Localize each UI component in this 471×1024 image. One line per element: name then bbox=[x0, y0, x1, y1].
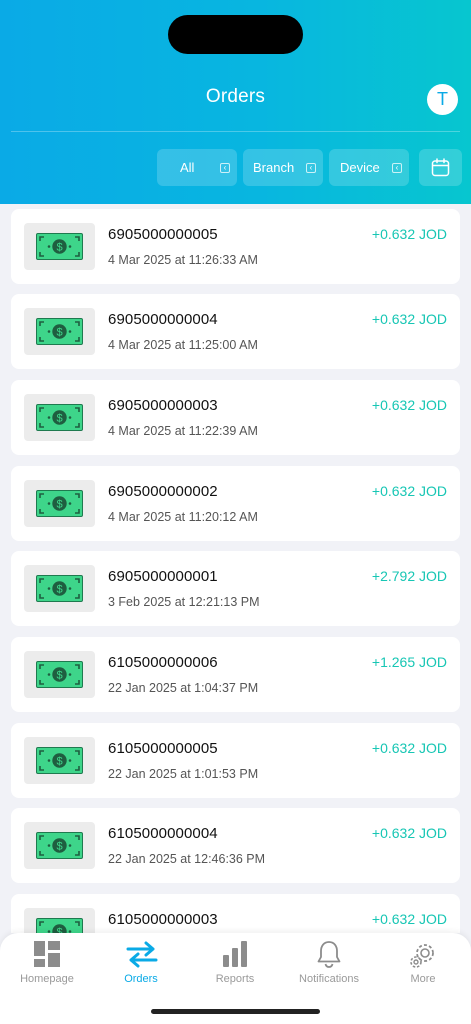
chevron-icon: ‹ bbox=[392, 163, 402, 173]
money-icon: $ bbox=[36, 918, 83, 933]
chevron-icon: ‹ bbox=[220, 163, 230, 173]
order-row[interactable]: $ 6105000000004 22 Jan 2025 at 12:46:36 … bbox=[11, 808, 460, 883]
money-icon: $ bbox=[36, 661, 83, 688]
thumb: $ bbox=[24, 394, 95, 441]
svg-text:$: $ bbox=[56, 327, 62, 339]
svg-text:$: $ bbox=[56, 499, 62, 511]
order-id: 6105000000003 bbox=[108, 911, 218, 928]
order-amount: +0.632 JOD bbox=[371, 740, 447, 756]
thumb: $ bbox=[24, 308, 95, 355]
order-date: 22 Jan 2025 at 1:01:53 PM bbox=[108, 767, 259, 781]
svg-text:$: $ bbox=[56, 756, 62, 768]
order-amount: +0.632 JOD bbox=[371, 226, 447, 242]
svg-text:$: $ bbox=[56, 584, 62, 596]
tab-label: Homepage bbox=[20, 973, 74, 985]
order-id: 6905000000001 bbox=[108, 568, 218, 585]
tab-more[interactable]: More bbox=[376, 933, 470, 1003]
order-date: 4 Mar 2025 at 11:20:12 AM bbox=[108, 510, 258, 524]
order-amount: +2.792 JOD bbox=[371, 568, 447, 584]
thumb: $ bbox=[24, 565, 95, 612]
order-row[interactable]: $ 6905000000003 4 Mar 2025 at 11:22:39 A… bbox=[11, 380, 460, 455]
dynamic-island bbox=[168, 15, 303, 54]
thumb: $ bbox=[24, 908, 95, 933]
home-indicator[interactable] bbox=[151, 1009, 320, 1014]
order-date: 3 Feb 2025 at 12:21:13 PM bbox=[108, 595, 260, 609]
order-amount: +0.632 JOD bbox=[371, 825, 447, 841]
order-id: 6105000000005 bbox=[108, 740, 218, 757]
thumb: $ bbox=[24, 737, 95, 784]
svg-text:$: $ bbox=[56, 413, 62, 425]
order-id: 6905000000003 bbox=[108, 397, 218, 414]
svg-text:$: $ bbox=[56, 242, 62, 254]
thumb: $ bbox=[24, 223, 95, 270]
order-row[interactable]: $ 6105000000006 22 Jan 2025 at 1:04:37 P… bbox=[11, 637, 460, 712]
dashboard-icon bbox=[34, 941, 60, 967]
thumb: $ bbox=[24, 822, 95, 869]
order-id: 6905000000002 bbox=[108, 483, 218, 500]
orders-list[interactable]: $ 6905000000005 4 Mar 2025 at 11:26:33 A… bbox=[0, 204, 471, 933]
gear-icon bbox=[410, 944, 434, 968]
order-date: 4 Mar 2025 at 11:25:00 AM bbox=[108, 338, 258, 352]
order-amount: +0.632 JOD bbox=[371, 311, 447, 327]
money-icon: $ bbox=[36, 490, 83, 517]
svg-text:$: $ bbox=[56, 841, 62, 853]
calendar-icon bbox=[431, 158, 450, 177]
order-row[interactable]: $ 6905000000005 4 Mar 2025 at 11:26:33 A… bbox=[11, 209, 460, 284]
order-date: 4 Mar 2025 at 11:26:33 AM bbox=[108, 253, 258, 267]
tab-homepage[interactable]: Homepage bbox=[0, 933, 94, 1003]
filter-device-label: Device bbox=[340, 160, 380, 175]
money-icon: $ bbox=[36, 318, 83, 345]
order-id: 6905000000005 bbox=[108, 226, 218, 243]
bar-chart-icon bbox=[223, 941, 247, 967]
money-icon: $ bbox=[36, 832, 83, 859]
thumb: $ bbox=[24, 651, 95, 698]
order-amount: +1.265 JOD bbox=[371, 654, 447, 670]
tab-label: Notifications bbox=[299, 973, 359, 985]
tab-reports[interactable]: Reports bbox=[188, 933, 282, 1003]
header: Orders T All ‹ Branch ‹ Device ‹ bbox=[0, 0, 471, 204]
svg-text:$: $ bbox=[56, 670, 62, 682]
page-title: Orders bbox=[205, 86, 266, 107]
header-divider bbox=[11, 131, 460, 132]
order-amount: +0.632 JOD bbox=[371, 397, 447, 413]
order-row[interactable]: $ 6105000000005 22 Jan 2025 at 1:01:53 P… bbox=[11, 723, 460, 798]
avatar[interactable]: T bbox=[427, 84, 458, 115]
order-row[interactable]: $ 6905000000004 4 Mar 2025 at 11:25:00 A… bbox=[11, 294, 460, 369]
filter-branch-dropdown[interactable]: Branch ‹ bbox=[243, 149, 323, 186]
bell-icon bbox=[317, 941, 341, 968]
tab-label: Reports bbox=[215, 973, 255, 985]
order-date: 4 Mar 2025 at 11:22:39 AM bbox=[108, 424, 258, 438]
money-icon: $ bbox=[36, 575, 83, 602]
filter-all-dropdown[interactable]: All ‹ bbox=[157, 149, 237, 186]
tab-label: More bbox=[410, 973, 436, 985]
order-row[interactable]: $ 6105000000003 +0.632 JOD bbox=[11, 894, 460, 933]
filter-branch-label: Branch bbox=[253, 160, 295, 175]
tab-label: Orders bbox=[124, 973, 158, 985]
filter-all-label: All bbox=[180, 160, 195, 175]
order-row[interactable]: $ 6905000000002 4 Mar 2025 at 11:20:12 A… bbox=[11, 466, 460, 541]
order-amount: +0.632 JOD bbox=[371, 483, 447, 499]
order-date: 22 Jan 2025 at 12:46:36 PM bbox=[108, 852, 266, 866]
order-id: 6905000000004 bbox=[108, 311, 218, 328]
order-amount: +0.632 JOD bbox=[371, 911, 447, 927]
thumb: $ bbox=[24, 480, 95, 527]
filter-device-dropdown[interactable]: Device ‹ bbox=[329, 149, 409, 186]
order-date: 22 Jan 2025 at 1:04:37 PM bbox=[108, 681, 259, 695]
order-row[interactable]: $ 6905000000001 3 Feb 2025 at 12:21:13 P… bbox=[11, 551, 460, 626]
swap-arrows-icon bbox=[126, 941, 158, 968]
tab-orders[interactable]: Orders bbox=[94, 933, 188, 1003]
order-id: 6105000000004 bbox=[108, 825, 218, 842]
order-id: 6105000000006 bbox=[108, 654, 218, 671]
money-icon: $ bbox=[36, 404, 83, 431]
calendar-button[interactable] bbox=[419, 149, 462, 186]
chevron-icon: ‹ bbox=[306, 163, 316, 173]
money-icon: $ bbox=[36, 747, 83, 774]
money-icon: $ bbox=[36, 233, 83, 260]
tab-notifications[interactable]: Notifications bbox=[282, 933, 376, 1003]
